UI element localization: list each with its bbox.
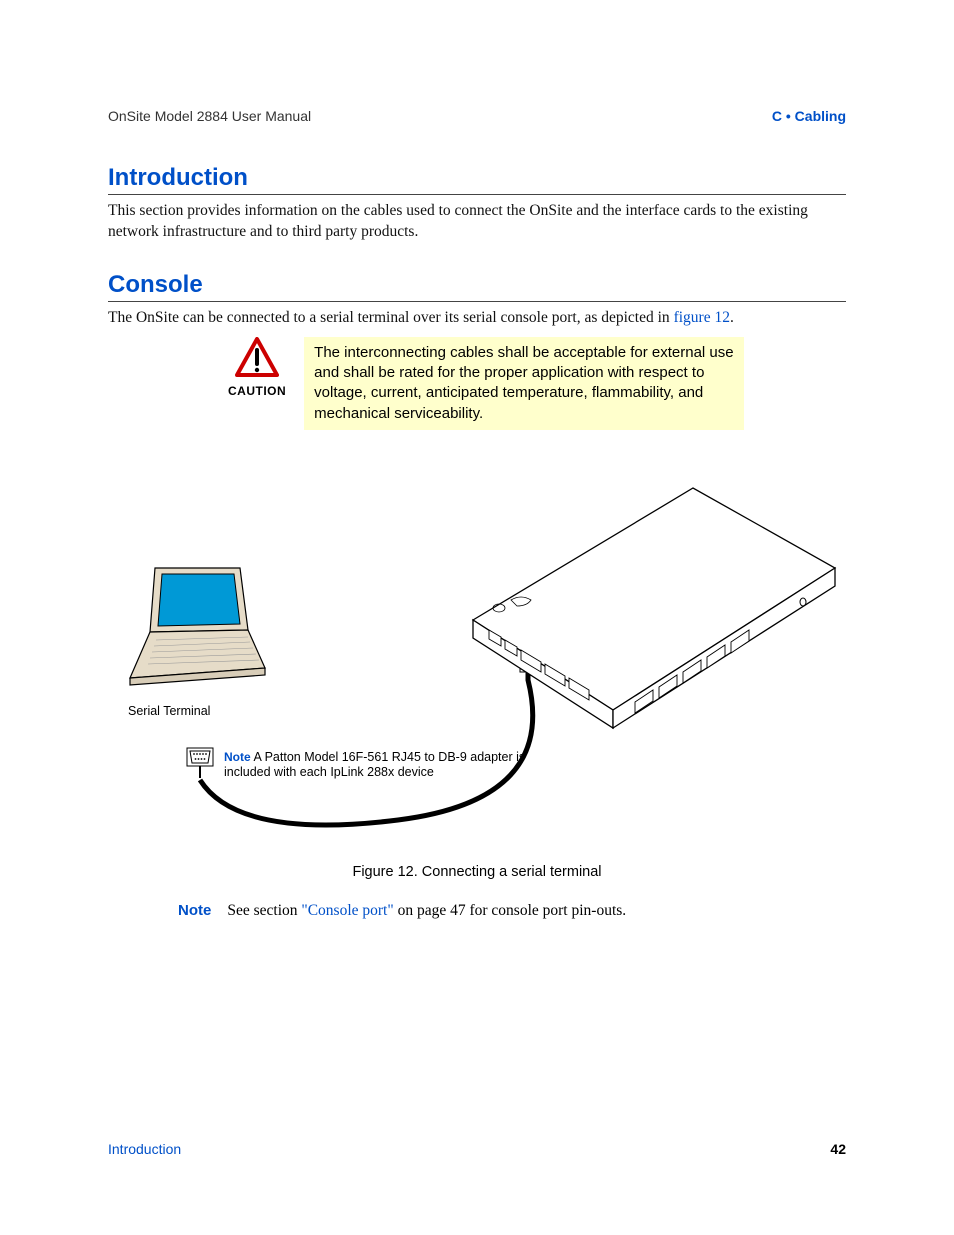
figure-12-link[interactable]: figure 12 (674, 309, 730, 326)
console-body-pre: The OnSite can be connected to a serial … (108, 309, 674, 326)
console-body: The OnSite can be connected to a serial … (108, 308, 846, 329)
heading-console: Console (108, 271, 846, 302)
header-manual-title: OnSite Model 2884 User Manual (108, 108, 311, 124)
footer-section-name: Introduction (108, 1141, 181, 1157)
introduction-body: This section provides information on the… (108, 201, 846, 243)
figure-caption: Figure 12. Connecting a serial terminal (108, 864, 846, 880)
document-page: OnSite Model 2884 User Manual C • Cablin… (0, 0, 954, 1235)
caution-text: The interconnecting cables shall be acce… (304, 337, 744, 430)
page-footer: Introduction 42 (108, 1141, 846, 1157)
note-body: See section "Console port" on page 47 fo… (227, 902, 626, 920)
footer-page-number: 42 (830, 1141, 846, 1157)
caution-block: CAUTION The interconnecting cables shall… (228, 337, 846, 430)
note-post: on page 47 for console port pin-outs. (394, 902, 626, 919)
page-header: OnSite Model 2884 User Manual C • Cablin… (108, 108, 846, 124)
caution-triangle-icon (235, 337, 279, 377)
device-illustration (463, 480, 843, 730)
heading-introduction: Introduction (108, 164, 846, 195)
note-label: Note (178, 902, 211, 920)
note-pre: See section (227, 902, 301, 919)
console-body-post: . (730, 309, 734, 326)
caution-icon-container: CAUTION (228, 337, 286, 398)
header-section-label: C • Cabling (772, 108, 846, 124)
note-block: Note See section "Console port" on page … (178, 902, 846, 920)
caution-label: CAUTION (228, 384, 286, 398)
figure-12: Serial Terminal Note A Patton Model 16F-… (108, 460, 846, 860)
console-port-link[interactable]: "Console port" (301, 902, 393, 919)
